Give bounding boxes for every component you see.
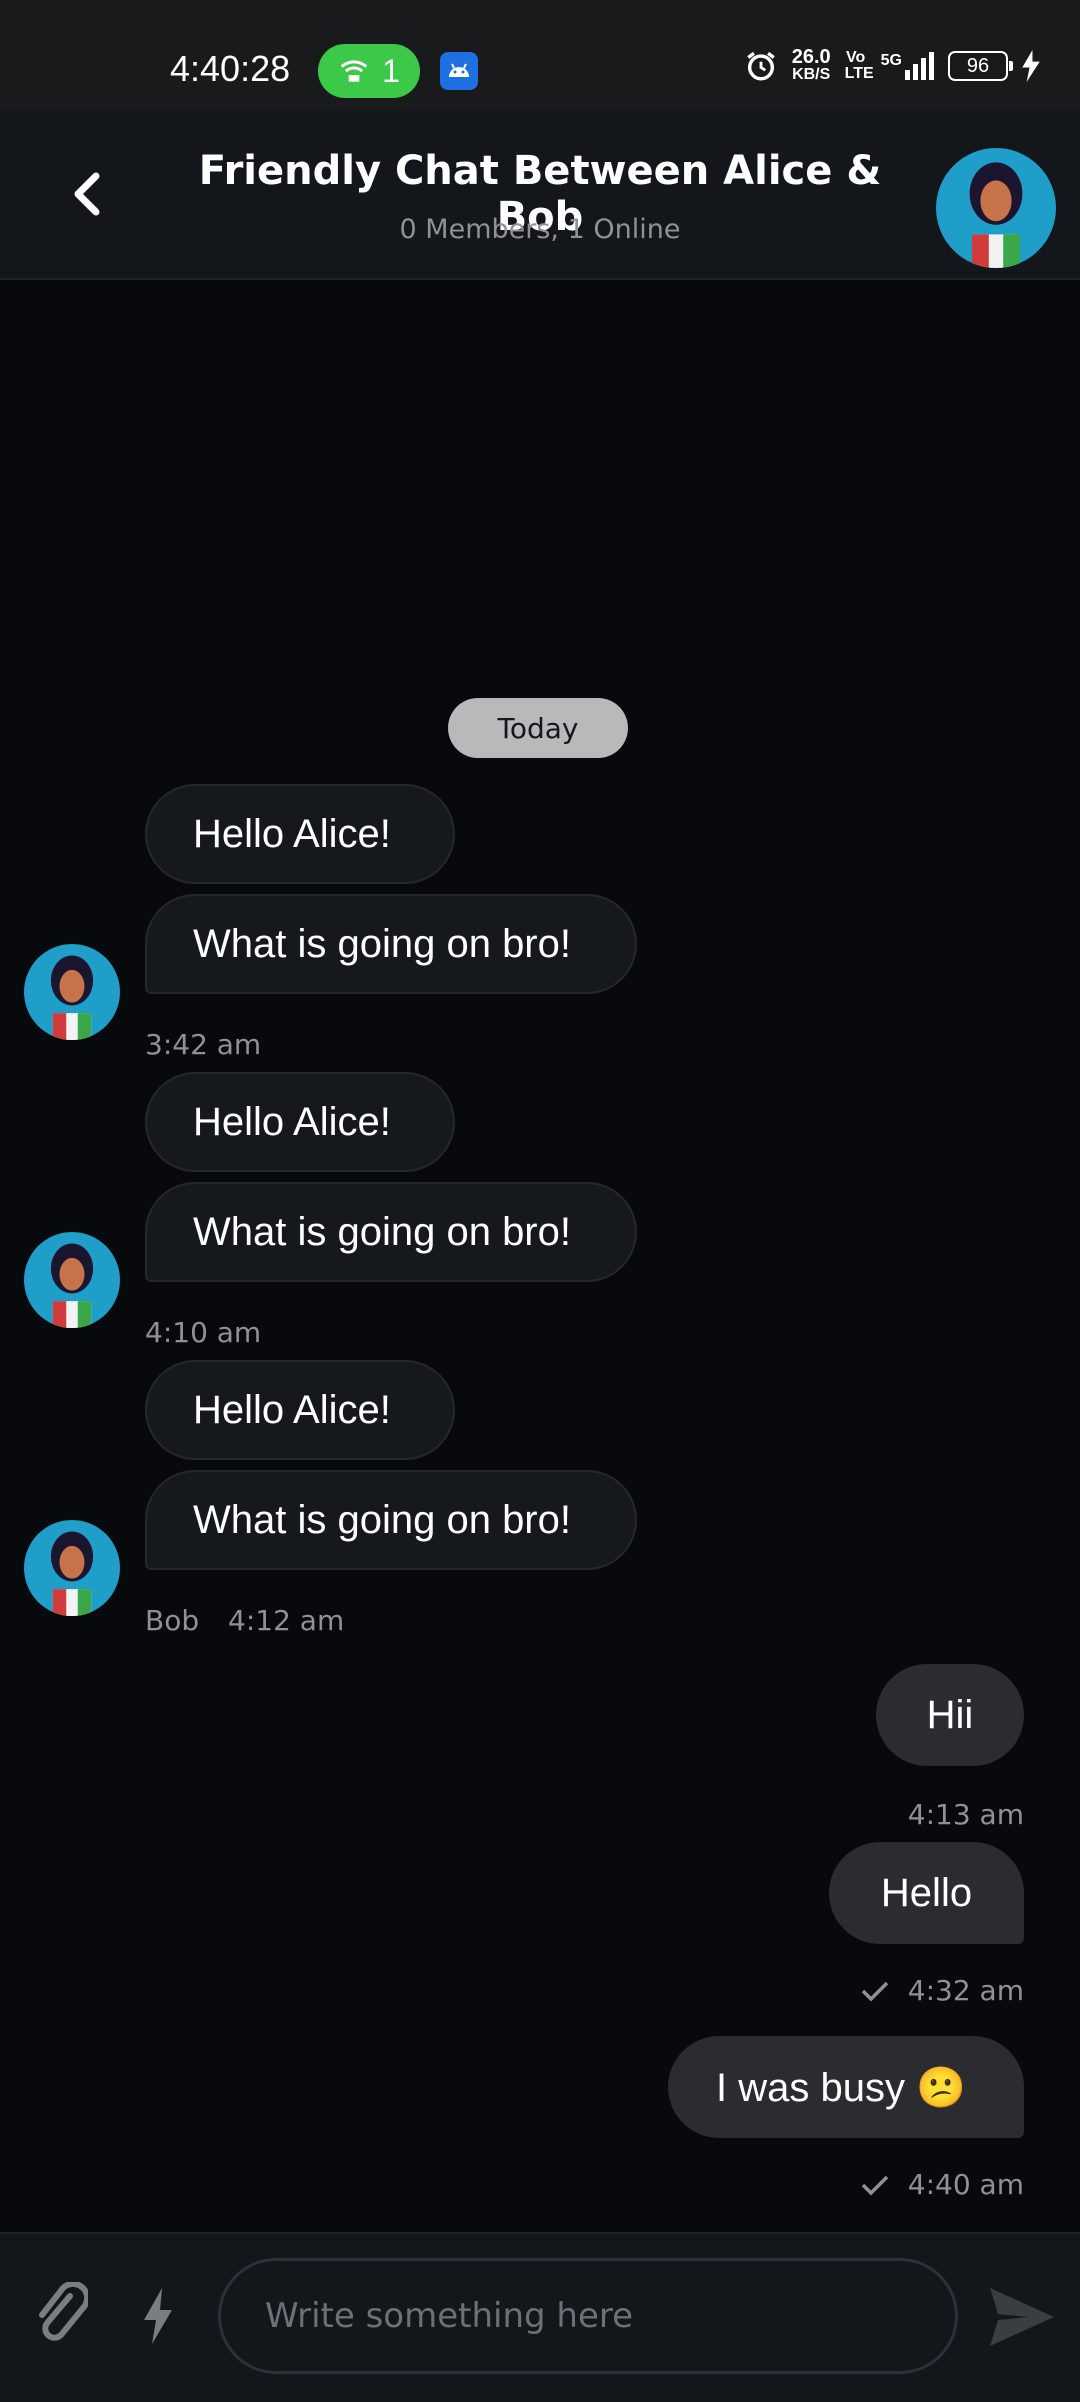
android-icon	[440, 52, 478, 90]
hotspot-indicator: 1	[318, 44, 420, 98]
incoming-message[interactable]: What is going on bro!	[145, 1470, 637, 1570]
message-meta: 4:40 am	[860, 2168, 1024, 2201]
avatar[interactable]	[24, 1232, 120, 1328]
hotspot-count: 1	[382, 52, 400, 89]
chat-subtitle: 0 Members, 1 Online	[399, 214, 681, 245]
volte-label: Vo LTE	[844, 49, 874, 82]
lightning-icon[interactable]	[140, 2288, 176, 2344]
message-time: 4:32 am	[907, 1974, 1024, 2007]
avatar[interactable]	[936, 148, 1056, 268]
incoming-message[interactable]: Hello Alice!	[145, 1360, 455, 1460]
status-time: 4:40:28	[170, 48, 291, 89]
avatar[interactable]	[24, 944, 120, 1040]
battery-level: 96	[966, 54, 990, 77]
check-icon	[861, 2175, 889, 2195]
message-meta: 4:32 am	[860, 1974, 1024, 2007]
avatar[interactable]	[24, 1520, 120, 1616]
back-arrow-icon[interactable]	[58, 164, 118, 224]
incoming-message[interactable]: Hello Alice!	[145, 784, 455, 884]
message-meta: Bob 4:12 am	[145, 1604, 344, 1637]
message-time: 4:10 am	[145, 1316, 262, 1349]
charging-icon	[1022, 50, 1040, 82]
message-time: 4:13 am	[907, 1798, 1024, 1831]
alarm-icon	[746, 51, 775, 81]
outgoing-message[interactable]: Hello	[829, 1842, 1024, 1944]
status-right: 26.0 KB/S Vo LTE 5G 96	[744, 46, 1040, 84]
network-speed: 26.0 KB/S	[791, 46, 831, 84]
message-time: 4:40 am	[907, 2168, 1024, 2201]
send-icon[interactable]	[988, 2286, 1056, 2348]
outgoing-message[interactable]: I was busy 😕	[668, 2036, 1024, 2138]
paperclip-icon[interactable]	[34, 2282, 88, 2352]
incoming-message[interactable]: What is going on bro!	[145, 1182, 637, 1282]
signal-icon: 5G	[881, 52, 934, 80]
incoming-message[interactable]: What is going on bro!	[145, 894, 637, 994]
status-bar: 4:40:28 1 26.0 KB/S Vo LTE 5G 96	[0, 0, 1080, 110]
message-meta: 4:13 am	[908, 1798, 1024, 1831]
incoming-message[interactable]: Hello Alice!	[145, 1072, 455, 1172]
network-type: 5G	[880, 52, 902, 69]
chat-header: Friendly Chat Between Alice & Bob 0 Memb…	[0, 110, 1080, 280]
check-icon	[861, 1981, 889, 2001]
day-separator: Today	[448, 698, 628, 758]
battery-icon: 96	[948, 51, 1013, 81]
outgoing-message[interactable]: Hii	[876, 1664, 1024, 1766]
message-input[interactable]	[218, 2258, 958, 2374]
hotspot-icon	[340, 60, 368, 82]
message-time: 3:42 am	[145, 1028, 262, 1061]
speed-unit: KB/S	[792, 66, 831, 83]
speed-value: 26.0	[791, 46, 831, 68]
sender-name: Bob	[145, 1604, 200, 1637]
message-composer	[0, 2232, 1080, 2402]
message-time: 4:12 am	[228, 1604, 345, 1637]
